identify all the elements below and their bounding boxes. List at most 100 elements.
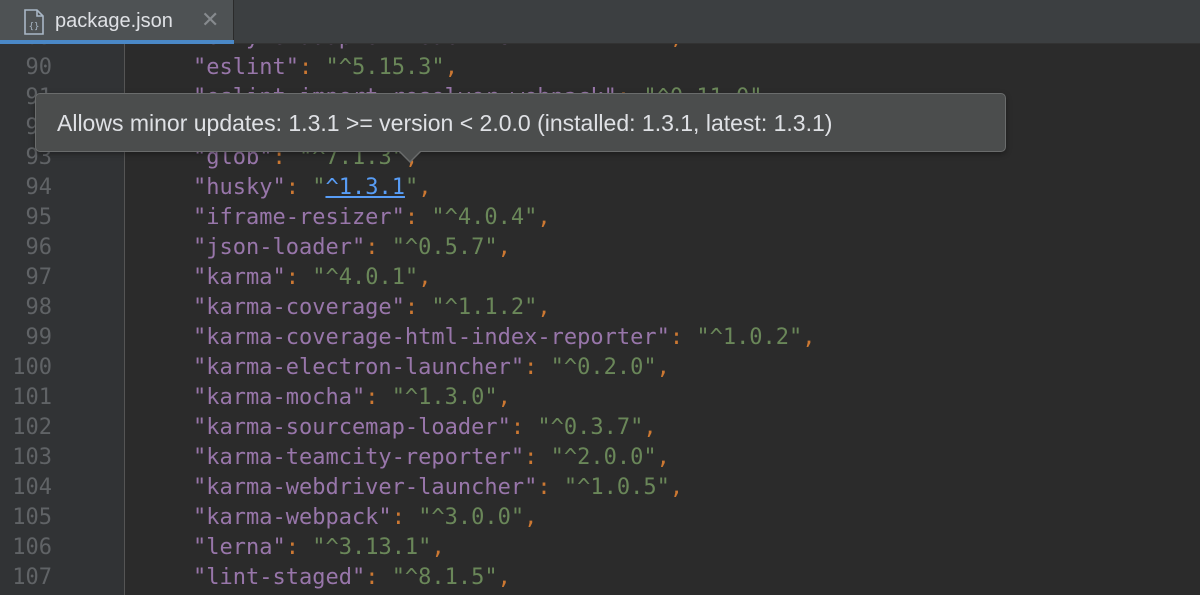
dependency-name: "karma-electron-launcher" [193, 355, 525, 380]
dependency-name: "json-loader" [193, 235, 366, 260]
dependency-entry: "karma-teamcity-reporter": "^2.0.0", [193, 443, 670, 473]
close-icon[interactable]: ✕ [201, 8, 219, 34]
comma: , [497, 235, 511, 260]
dependency-entry: "karma-sourcemap-loader": "^0.3.7", [193, 413, 657, 443]
code-line[interactable]: 96 "json-loader": "^0.5.7", [0, 233, 1200, 263]
code-line[interactable]: 105 "karma-webpack": "^3.0.0", [0, 503, 1200, 533]
colon: : [510, 415, 538, 440]
dependency-entry: "karma-electron-launcher": "^0.2.0", [193, 353, 670, 383]
line-number: 89 [0, 44, 53, 53]
dependency-name: "enzyme-adapter-react-16" [193, 44, 524, 50]
comma: , [431, 535, 445, 560]
dependency-name: "karma-coverage" [193, 295, 405, 320]
version-string: "^1.1.2" [431, 295, 538, 320]
dependency-name: "eslint" [193, 55, 299, 80]
line-number: 90 [25, 55, 53, 80]
code-line[interactable]: 97 "karma": "^4.0.1", [0, 263, 1200, 293]
comma: , [802, 325, 816, 350]
colon: : [537, 475, 564, 500]
line-number: 102 [12, 415, 52, 440]
code-line[interactable]: 104 "karma-webdriver-launcher": "^1.0.5", [0, 473, 1200, 503]
quote: " [404, 175, 419, 200]
version-string: "^2.0.0" [550, 445, 657, 470]
comma: , [669, 475, 684, 500]
dependency-entry: "eslint": "^5.15.3", [193, 53, 458, 83]
line-number: 96 [25, 235, 53, 260]
line-number: 101 [12, 385, 52, 410]
comma: , [656, 445, 670, 470]
code-line[interactable]: 100 "karma-electron-launcher": "^0.2.0", [0, 353, 1200, 383]
code-line[interactable]: 94 "husky": "^1.3.1", [0, 173, 1200, 203]
colon: : [669, 325, 697, 350]
colon: : [404, 295, 432, 320]
version-string: "^3.13.1" [312, 535, 432, 560]
line-number: 105 [12, 505, 52, 530]
code-line[interactable]: 106 "lerna": "^3.13.1", [0, 533, 1200, 563]
dependency-name: "karma-mocha" [193, 385, 366, 410]
colon: : [285, 535, 313, 560]
colon: : [365, 385, 392, 410]
comma: , [643, 415, 657, 440]
dependency-name: "husky" [193, 175, 286, 200]
comma: , [537, 205, 551, 230]
version-string: "^5.15.3" [325, 55, 445, 80]
code-line[interactable]: 90 "eslint": "^5.15.3", [0, 53, 1200, 83]
code-line[interactable]: 98 "karma-coverage": "^1.1.2", [0, 293, 1200, 323]
dependency-entry: "karma-coverage": "^1.1.2", [193, 293, 551, 323]
json-file-icon: {} [24, 9, 44, 35]
code-line[interactable]: 101 "karma-mocha": "^1.3.0", [0, 383, 1200, 413]
colon: : [285, 175, 313, 200]
code-line[interactable]: 99 "karma-coverage-html-index-reporter": … [0, 323, 1200, 353]
colon: : [404, 205, 432, 230]
dependency-entry: "karma-mocha": "^1.3.0", [193, 383, 511, 413]
comma: , [524, 505, 538, 530]
dependency-entry: "lint-staged": "^8.1.5", [193, 563, 511, 593]
dependency-entry: "karma-webdriver-launcher": "^1.0.5", [193, 473, 683, 503]
version-link[interactable]: ^1.3.1 [325, 175, 404, 200]
version-string: "^3.0.0" [418, 505, 525, 530]
code-line[interactable]: 107 "lint-staged": "^8.1.5", [0, 563, 1200, 593]
colon: : [524, 44, 551, 50]
line-number: 98 [25, 295, 53, 320]
dependency-name: "iframe-resizer" [193, 205, 405, 230]
version-range-tooltip: Allows minor updates: 1.3.1 >= version <… [35, 93, 1006, 163]
tab-package-json[interactable]: {} package.json ✕ [0, 0, 234, 44]
code-line[interactable]: 89 "enzyme-adapter-react-16": "^1.11.2", [0, 44, 1200, 53]
dependency-name: "karma-webpack" [193, 505, 392, 530]
comma: , [537, 295, 551, 320]
version-string: "^4.0.4" [431, 205, 538, 230]
dependency-entry: "karma": "^4.0.1", [193, 263, 431, 293]
editor-tab-bar: {} package.json ✕ [0, 0, 1200, 44]
svg-text:{}: {} [29, 22, 40, 32]
version-string: "^1.0.2" [696, 325, 803, 350]
dependency-name: "karma-teamcity-reporter" [193, 445, 525, 470]
dependency-name: "lint-staged" [193, 565, 366, 590]
comma: , [670, 44, 683, 50]
quote: " [312, 175, 326, 200]
code-line[interactable]: 102 "karma-sourcemap-loader": "^0.3.7", [0, 413, 1200, 443]
code-line[interactable]: 103 "karma-teamcity-reporter": "^2.0.0", [0, 443, 1200, 473]
dependency-entry: "iframe-resizer": "^4.0.4", [193, 203, 551, 233]
version-string: "^1.11.2" [551, 44, 670, 50]
comma: , [497, 565, 511, 590]
version-string: "^0.2.0" [550, 355, 657, 380]
line-number: 107 [12, 565, 52, 590]
tooltip-pointer [398, 150, 422, 163]
version-string: "^4.0.1" [312, 265, 419, 290]
colon: : [524, 445, 551, 470]
code-line[interactable]: 95 "iframe-resizer": "^4.0.4", [0, 203, 1200, 233]
comma: , [497, 385, 511, 410]
version-string: "^1.3.0" [391, 385, 498, 410]
line-number: 94 [25, 175, 53, 200]
dependency-name: "karma-coverage-html-index-reporter" [193, 325, 670, 350]
colon: : [524, 355, 551, 380]
version-string: "^0.5.7" [391, 235, 498, 260]
comma: , [656, 355, 670, 380]
version-string: "^8.1.5" [391, 565, 498, 590]
dependency-entry: "husky": "^1.3.1", [193, 173, 431, 203]
dependency-entry: "json-loader": "^0.5.7", [193, 233, 511, 263]
dependency-name: "karma" [193, 265, 286, 290]
colon: : [365, 565, 392, 590]
line-number: 99 [25, 325, 53, 350]
line-number: 106 [12, 535, 52, 560]
